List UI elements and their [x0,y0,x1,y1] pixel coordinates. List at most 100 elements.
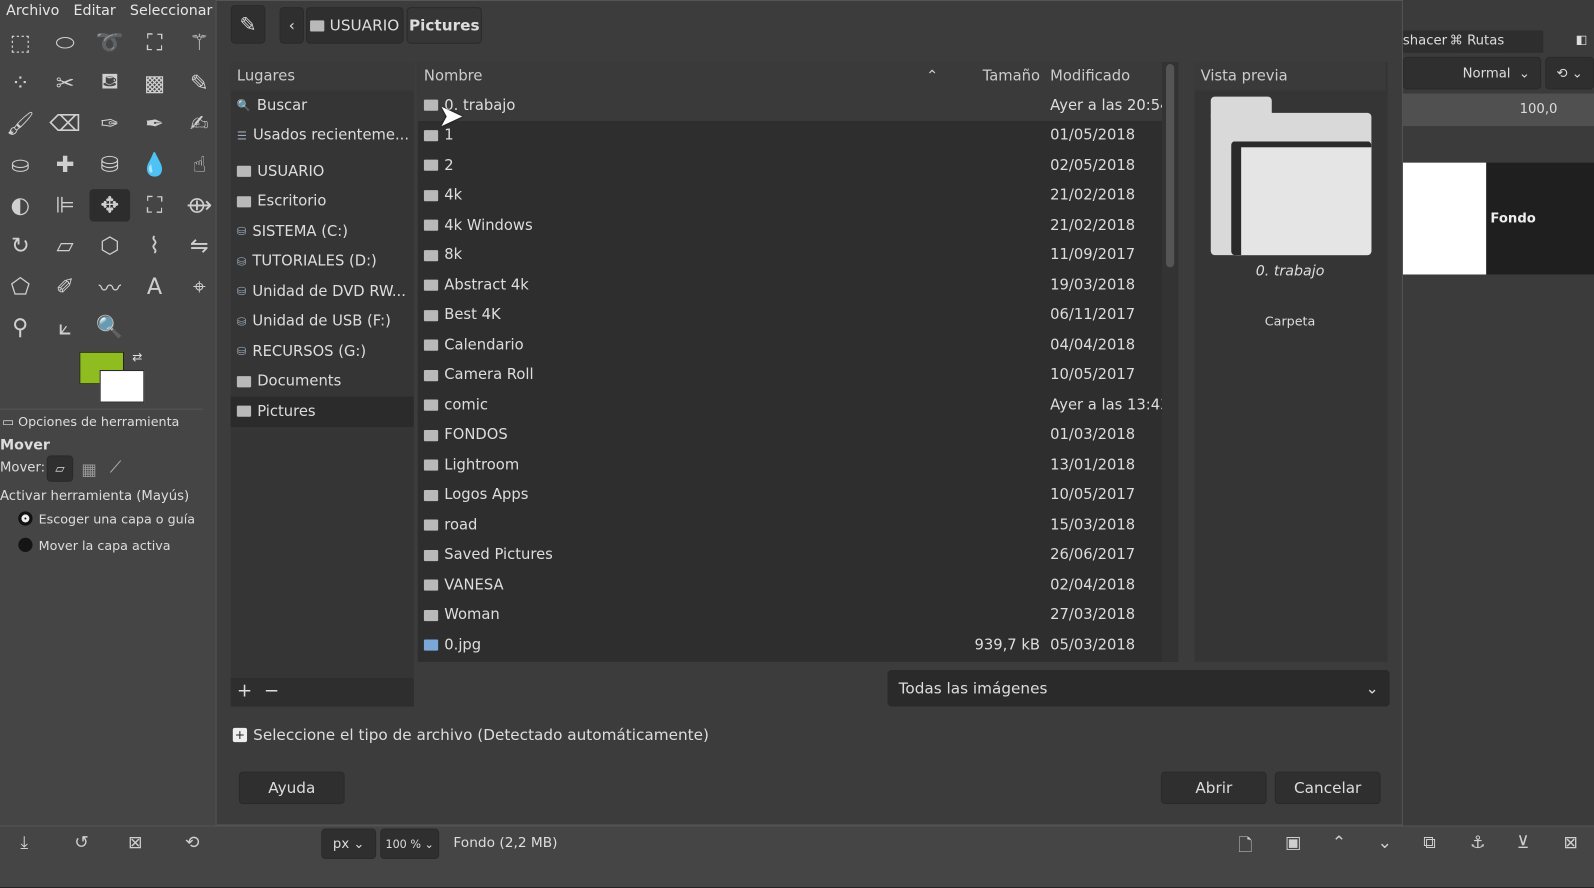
panel-menu-icon[interactable]: ◧ [1576,33,1588,47]
layer-thumbnail[interactable] [1402,162,1487,275]
place-item[interactable]: ⛁ SISTEMA (C:) [231,217,414,247]
anchor-icon[interactable]: ⚓ [1470,833,1486,853]
add-bookmark-icon[interactable]: + [237,680,252,701]
airbrush-tool-icon[interactable]: ✑ [89,108,130,141]
move-selection-button[interactable]: ▦ [81,460,96,479]
background-color[interactable] [99,370,145,403]
column-modified[interactable]: Modificado [1048,68,1178,84]
measure-tool-icon[interactable]: ⟀ [45,311,86,344]
smudge-tool-icon[interactable]: ☝ [179,148,220,181]
delete-icon[interactable]: ⊠ [128,833,142,853]
bucket-fill-tool-icon[interactable]: ⛾ [89,67,130,100]
file-row[interactable]: 0. trabajo Ayer a las 20:54 [417,90,1179,121]
move-path-button[interactable]: ⟋ [110,457,121,477]
composite-mode-button[interactable]: ⟲ ⌄ [1545,56,1594,90]
file-row[interactable]: 8k 11/09/2017 [418,240,1178,270]
scissors-tool-icon[interactable]: ✂ [45,67,86,100]
open-button[interactable]: Abrir [1160,771,1267,805]
place-item[interactable]: Documents [231,366,414,396]
menu-archivo[interactable]: Archivo [6,3,59,19]
file-row[interactable]: Best 4K 06/11/2017 [418,300,1178,330]
file-row[interactable]: Saved Pictures 26/06/2017 [418,540,1178,570]
heal-tool-icon[interactable]: ✚ [45,148,86,181]
place-item[interactable]: USUARIO [231,157,414,187]
file-filter-select[interactable]: Todas las imágenes ⌄ [887,669,1390,707]
file-row[interactable]: 0.jpg 939,7 kB 05/03/2018 [418,630,1178,660]
zoom-tool-icon[interactable]: 🔍 [89,311,130,344]
path-tool-icon[interactable]: ✐ [45,270,86,303]
select-by-color-tool-icon[interactable]: ⁘ [0,67,41,100]
save-options-icon[interactable]: ⤓ [20,833,28,853]
scrollbar-thumb[interactable] [1166,64,1175,268]
help-button[interactable]: Ayuda [238,771,345,805]
clone-tool-icon[interactable]: ⛀ [0,148,41,181]
file-row[interactable]: Camera Roll 10/05/2017 [418,360,1178,390]
place-item[interactable]: ⛁ Unidad de USB (F:) [231,307,414,337]
file-row[interactable]: Lightroom 13/01/2018 [418,450,1178,480]
radio-pick-layer[interactable] [18,511,33,526]
move-tool-icon[interactable]: ✥ [89,189,131,222]
raise-layer-icon[interactable]: ⌃ [1332,833,1346,853]
rect-select-tool-icon[interactable]: ⬚ [0,26,41,59]
reset-icon[interactable]: ⟲ [185,833,199,853]
file-row[interactable]: 4k Windows 21/02/2018 [418,210,1178,240]
text-tool-icon[interactable]: A [134,270,175,303]
unit-select[interactable]: px ⌄ [321,828,377,860]
place-item[interactable]: ⛁ TUTORIALES (D:) [231,247,414,277]
move-layer-button[interactable]: ▱ [46,455,74,482]
file-row[interactable]: Calendario 04/04/2018 [418,330,1178,360]
file-row[interactable]: 2 02/05/2018 [418,150,1178,180]
new-layer-group-icon[interactable]: ▣ [1285,833,1301,853]
file-row[interactable]: FONDOS 01/03/2018 [418,420,1178,450]
back-button[interactable]: ‹ [279,7,304,44]
perspective-3d-tool-icon[interactable]: ⬡ [89,230,130,263]
rotate-tool-icon[interactable]: ↻ [0,230,41,263]
radio-move-active[interactable] [18,537,33,553]
breadcrumb-pictures[interactable]: Pictures [406,7,482,44]
cage-tool-icon[interactable]: ⬠ [0,270,41,303]
dodge-burn-tool-icon[interactable]: ◐ [0,189,41,222]
foreground-select-tool-icon[interactable]: ⛶ [134,26,175,59]
breadcrumb-usuario[interactable]: USUARIO [305,7,404,44]
swap-colors-icon[interactable]: ⇄ [132,350,142,364]
align-tool-icon[interactable]: ⊫ [45,189,86,222]
file-row[interactable]: VANESA 02/04/2018 [418,570,1178,600]
perspective-clone-tool-icon[interactable]: ⛁ [89,148,130,181]
place-item[interactable]: Pictures [230,396,414,427]
eraser-tool-icon[interactable]: ⌫ [45,108,86,141]
ellipse-select-tool-icon[interactable]: ⬭ [45,26,86,59]
pencil-tool-icon[interactable]: ✎ [179,67,220,100]
place-item[interactable]: Escritorio [231,187,414,217]
delete-layer-icon[interactable]: ⊠ [1564,833,1578,853]
opacity-field[interactable]: 100,0 [1402,93,1594,127]
duplicate-layer-icon[interactable]: ⧉ [1423,833,1435,853]
paintbrush-tool-icon[interactable]: 🖌 [0,108,41,141]
tab-paths[interactable]: ⌘ Rutas [1449,30,1544,53]
place-item[interactable]: ⛁ RECURSOS (G:) [231,336,414,366]
unified-transform-tool-icon[interactable]: ⟴ [179,189,220,222]
new-layer-icon[interactable]: 🗋 [1238,833,1252,862]
flip-tool-icon[interactable]: ⇋ [179,230,220,263]
file-row[interactable]: 1 01/05/2018 [418,120,1178,150]
shear-tool-icon[interactable]: ▱ [45,230,86,263]
color-picker-tool-icon[interactable]: ⚲ [0,311,41,344]
cancel-button[interactable]: Cancelar [1274,771,1381,805]
remove-bookmark-icon[interactable]: − [264,680,279,701]
fuzzy-select-tool-icon[interactable]: ⚚ [179,26,220,59]
blur-tool-icon[interactable]: 💧 [134,148,175,181]
warp-tool-icon[interactable]: ⌇ [134,230,175,263]
column-name[interactable]: Nombre ⌃ [418,68,947,84]
file-row[interactable]: road 15/03/2018 [418,510,1178,540]
place-item[interactable]: ☰ Usados recienteme... [231,120,414,150]
mode-select[interactable]: Normal ⌄ [1402,56,1542,90]
free-select-tool-icon[interactable]: ➰ [89,26,130,59]
crop-tool-icon[interactable]: ⛶ [134,189,175,222]
ink-tool-icon[interactable]: ✒ [134,108,175,141]
file-type-expander[interactable]: + Seleccione el tipo de archivo (Detectad… [232,726,709,744]
file-row[interactable]: comic Ayer a las 13:43 [418,390,1178,420]
mypaint-brush-tool-icon[interactable]: ✍ [179,108,220,141]
type-location-button[interactable]: ✎ [230,5,266,44]
warp-transform-tool-icon[interactable]: 〰 [89,270,130,303]
place-item[interactable]: 🔍 Buscar [231,90,414,120]
place-item[interactable]: ⛁ Unidad de DVD RW... [231,277,414,307]
